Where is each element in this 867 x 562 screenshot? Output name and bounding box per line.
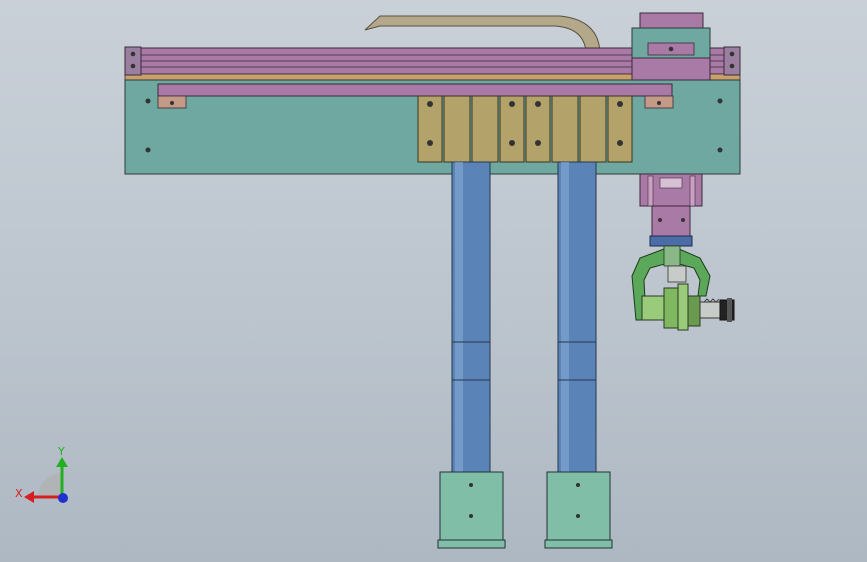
- bolt: [509, 101, 515, 107]
- y-axis-arrowhead: [56, 457, 68, 467]
- left-column-base: [437, 471, 506, 549]
- bolt: [535, 101, 541, 107]
- bolt: [427, 101, 433, 107]
- assembly-drawing[interactable]: Y X: [0, 0, 867, 562]
- spindle-workpiece: [641, 283, 735, 331]
- bolt: [535, 140, 541, 146]
- right-column-base: [544, 471, 613, 549]
- bolt: [130, 63, 136, 69]
- bolt: [657, 101, 661, 105]
- bolt: [427, 140, 433, 146]
- cad-viewport[interactable]: Y X: [0, 0, 867, 562]
- bolt: [576, 483, 580, 487]
- bolt: [170, 101, 174, 105]
- bolt: [130, 51, 136, 57]
- bolt: [681, 218, 685, 222]
- vertical-actuator: [639, 173, 703, 247]
- x-axis-label: X: [15, 487, 23, 500]
- bolt: [145, 98, 151, 104]
- bolt: [576, 514, 580, 518]
- right-column: [557, 161, 597, 475]
- bolt: [617, 140, 623, 146]
- x-axis-arrowhead: [24, 491, 34, 503]
- y-axis-label: Y: [57, 445, 65, 458]
- bolt: [668, 46, 674, 52]
- bolt: [617, 101, 623, 107]
- coordinate-triad[interactable]: Y X: [15, 445, 68, 503]
- bolt: [145, 147, 151, 153]
- coordinate-triad-icon: [38, 473, 62, 497]
- bolt: [729, 63, 735, 69]
- bolt: [469, 514, 473, 518]
- bolt: [729, 51, 735, 57]
- bolt: [717, 147, 723, 153]
- z-axis-dot: [58, 493, 68, 503]
- bolt: [717, 98, 723, 104]
- carriage-motor-block: [631, 12, 711, 81]
- left-column: [451, 161, 491, 475]
- bolt: [509, 140, 515, 146]
- bolt: [469, 483, 473, 487]
- bolt: [658, 218, 662, 222]
